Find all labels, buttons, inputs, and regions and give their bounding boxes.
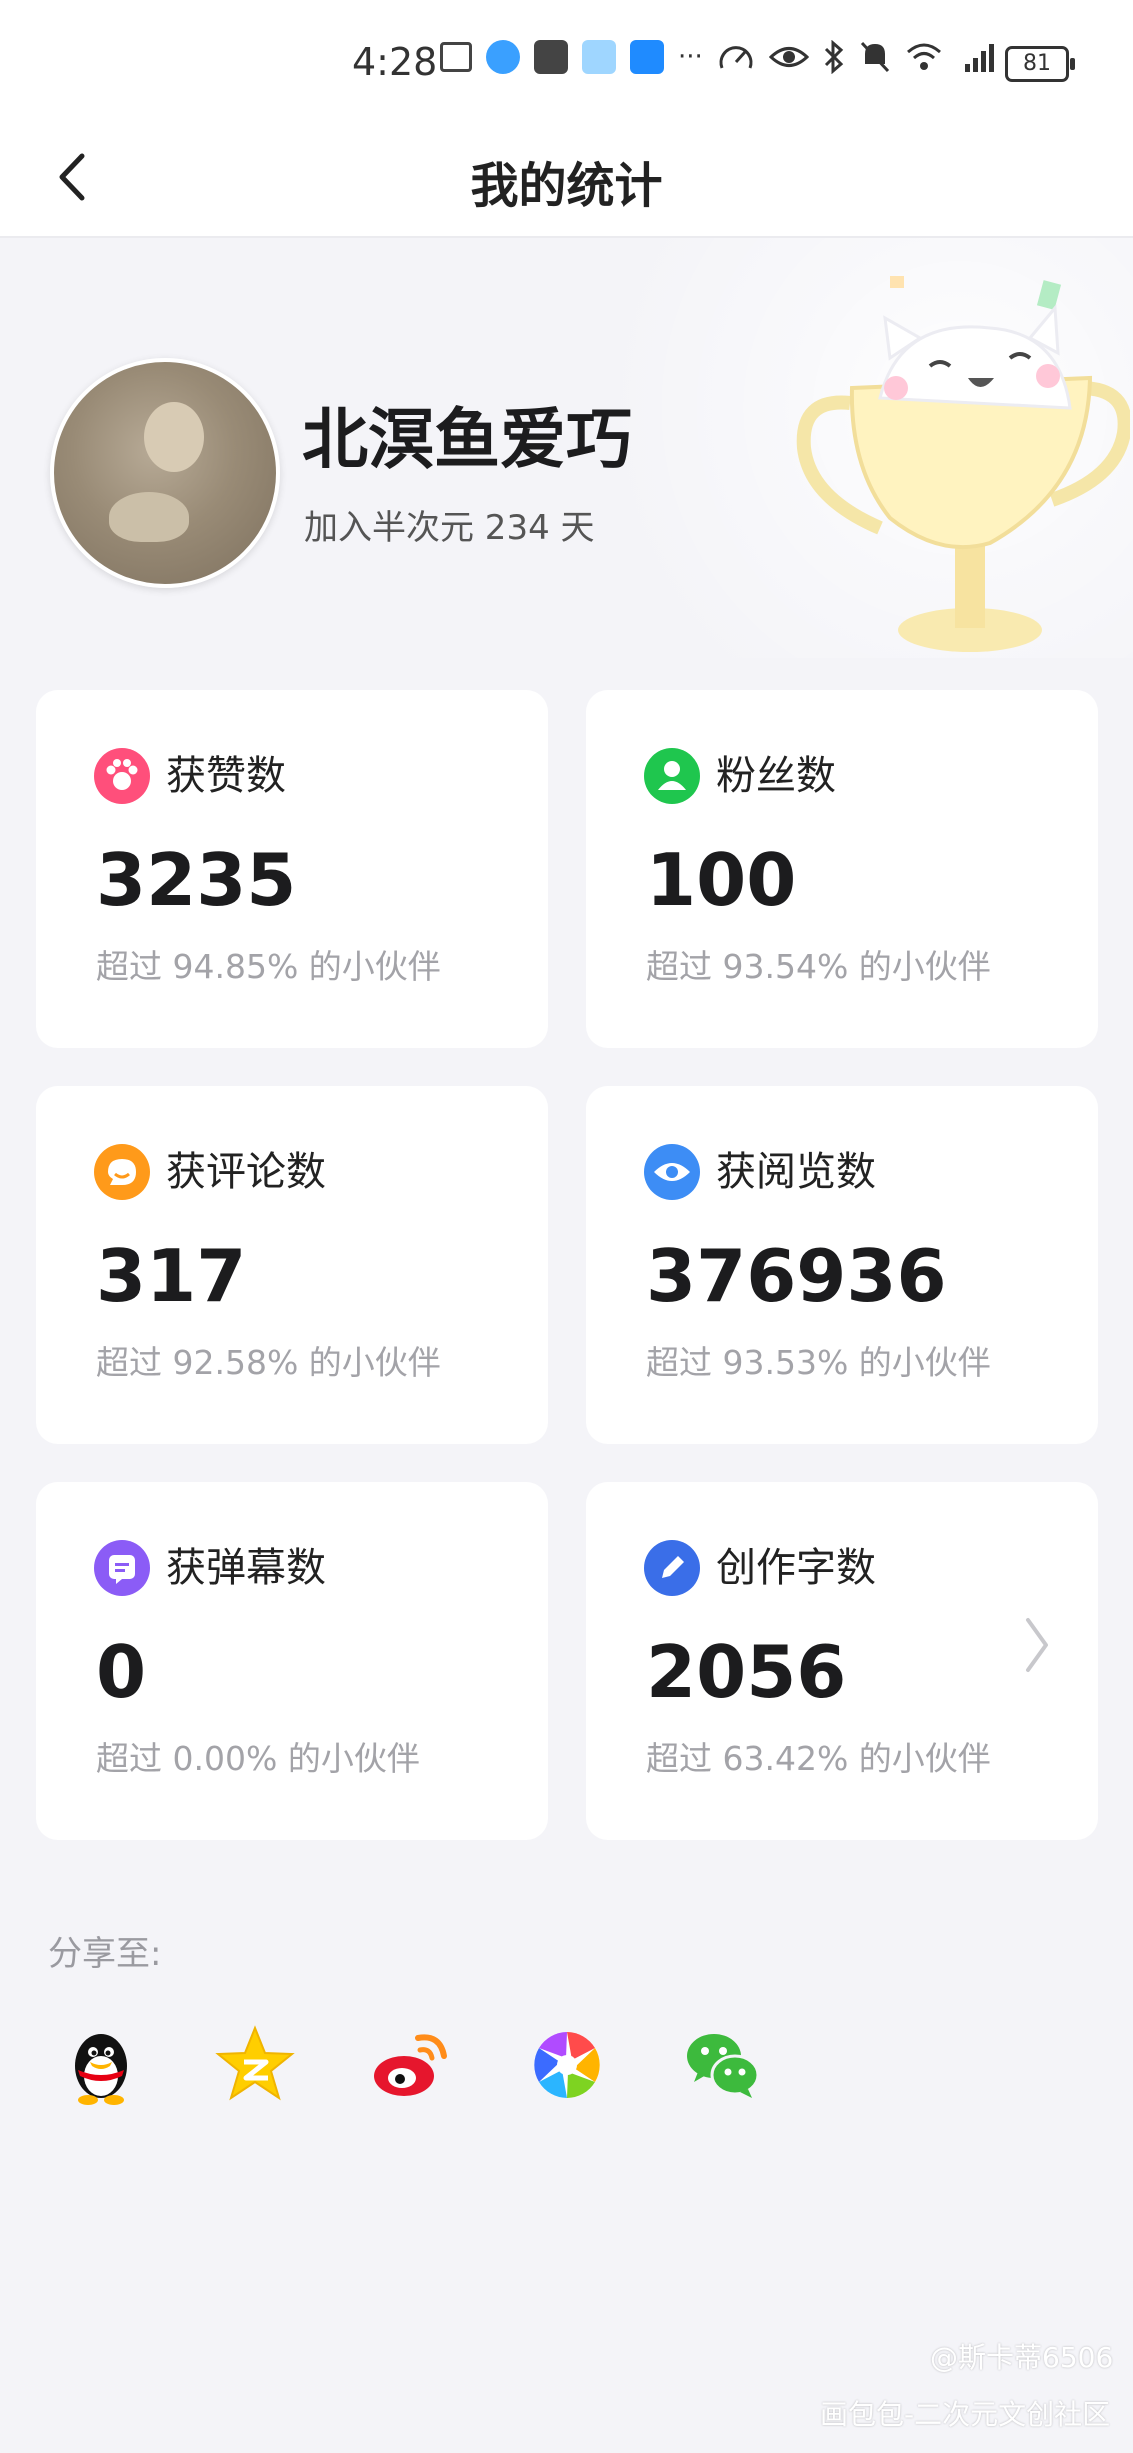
stat-card-likes[interactable]: 获赞数 3235 超过 94.85% 的小伙伴 — [36, 690, 548, 1048]
status-time: 4:28 — [352, 40, 438, 84]
stat-value: 376936 — [646, 1234, 947, 1318]
wifi-icon — [906, 43, 941, 70]
watermark-author: @斯卡蒂6506 — [930, 2341, 1114, 2374]
avatar[interactable] — [50, 358, 280, 588]
weather-icon — [630, 40, 664, 74]
stat-percentile: 超过 63.42% 的小伙伴 — [646, 1739, 991, 1778]
browser-icon — [486, 40, 520, 74]
mail-icon — [534, 40, 568, 74]
stat-value: 0 — [96, 1630, 147, 1714]
eye-icon — [644, 1144, 700, 1200]
person-icon — [644, 748, 700, 804]
stat-percentile: 超过 93.53% 的小伙伴 — [646, 1343, 991, 1382]
pen-icon — [644, 1540, 700, 1596]
danmaku-icon — [94, 1540, 150, 1596]
stat-percentile: 超过 94.85% 的小伙伴 — [96, 947, 441, 986]
share-camera-app-button[interactable] — [522, 2020, 612, 2110]
bunny-app-icon — [582, 40, 616, 74]
stat-label: 粉丝数 — [716, 753, 836, 799]
stat-percentile: 超过 93.54% 的小伙伴 — [646, 947, 991, 986]
watermark-site: 画包包-二次元文创社区 — [820, 2398, 1111, 2431]
status-bar: 4:28 ··· 81 — [0, 0, 1133, 120]
avatar-detail — [109, 492, 189, 542]
stat-value: 100 — [646, 838, 797, 922]
weibo-icon — [374, 2034, 447, 2096]
speed-icon — [719, 46, 753, 69]
bluetooth-icon — [824, 40, 843, 74]
share-qzone-button[interactable] — [210, 2020, 300, 2110]
stat-card-comments[interactable]: 获评论数 317 超过 92.58% 的小伙伴 — [36, 1086, 548, 1444]
page-title: 我的统计 — [470, 158, 663, 214]
files-icon — [440, 42, 472, 72]
stat-card-word-count[interactable]: 创作字数 2056 超过 63.42% 的小伙伴 — [586, 1482, 1098, 1840]
username: 北溟鱼爱巧 — [302, 401, 632, 478]
overflow-dots: ··· — [678, 42, 703, 72]
mute-bell-icon — [860, 41, 889, 73]
trophy-cat-illustration — [796, 276, 1130, 652]
signal-4g-icon — [964, 44, 994, 72]
stat-value: 3235 — [96, 838, 297, 922]
stat-label: 获赞数 — [166, 753, 286, 799]
share-qq-button[interactable] — [56, 2020, 146, 2110]
join-days-text: 加入半次元 234 天 — [304, 508, 595, 548]
stat-percentile: 超过 92.58% 的小伙伴 — [96, 1343, 441, 1382]
stat-value: 2056 — [646, 1630, 847, 1714]
camera-app-icon — [534, 2032, 600, 2098]
stat-card-danmaku[interactable]: 获弹幕数 0 超过 0.00% 的小伙伴 — [36, 1482, 548, 1840]
avatar-detail — [144, 402, 204, 472]
stat-label: 获弹幕数 — [166, 1545, 326, 1591]
stat-label: 获评论数 — [166, 1149, 326, 1195]
chevron-right-icon[interactable] — [1016, 1610, 1056, 1680]
stat-card-views[interactable]: 获阅览数 376936 超过 93.53% 的小伙伴 — [586, 1086, 1098, 1444]
qq-icon — [75, 2034, 127, 2105]
share-weibo-button[interactable] — [366, 2020, 456, 2110]
stat-card-fans[interactable]: 粉丝数 100 超过 93.54% 的小伙伴 — [586, 690, 1098, 1048]
share-label: 分享至: — [48, 1934, 162, 1974]
qzone-icon — [215, 2025, 295, 2101]
wechat-icon — [687, 2034, 760, 2098]
stat-value: 317 — [96, 1234, 247, 1318]
nav-bar: 我的统计 — [0, 120, 1133, 238]
stat-label: 获阅览数 — [716, 1149, 876, 1195]
paw-icon — [94, 748, 150, 804]
eye-icon — [768, 47, 809, 67]
battery-indicator: 81 — [1005, 46, 1075, 82]
comment-icon — [94, 1144, 150, 1200]
status-icons: ··· — [440, 40, 997, 74]
stat-label: 创作字数 — [716, 1545, 876, 1591]
stat-percentile: 超过 0.00% 的小伙伴 — [96, 1739, 420, 1778]
profile-header: 北溟鱼爱巧 加入半次元 234 天 — [0, 238, 1133, 658]
share-wechat-button[interactable] — [678, 2020, 768, 2110]
